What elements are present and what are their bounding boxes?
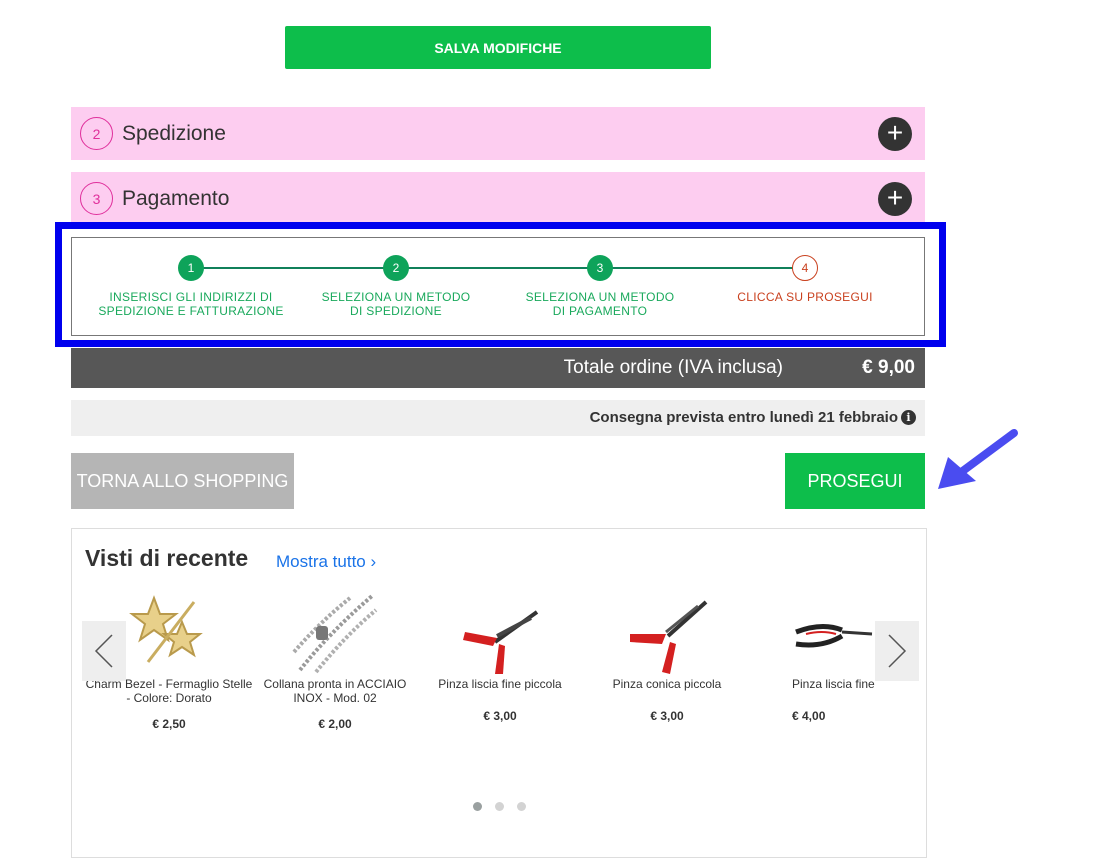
product-card[interactable]: Pinza conica piccola € 3,00 <box>582 589 752 723</box>
step-dot: 2 <box>383 255 409 281</box>
accordion-title: Pagamento <box>122 186 230 210</box>
product-name: Charm Bezel - Fermaglio Stelle - Colore:… <box>85 677 253 705</box>
arrow-pointer-icon <box>938 429 1018 489</box>
recently-viewed-section: Visti di recente Mostra tutto › Charm Be… <box>71 528 927 858</box>
pliers-image <box>582 589 752 677</box>
step-dot: 1 <box>178 255 204 281</box>
order-total-bar: Totale ordine (IVA inclusa) € 9,00 <box>71 348 925 388</box>
total-amount: € 9,00 <box>862 357 915 378</box>
accordion-shipping[interactable]: 2 Spedizione + <box>71 107 925 160</box>
step-label: INSERISCI GLI INDIRIZZI DI SPEDIZIONE E … <box>98 290 284 318</box>
step-number-badge: 3 <box>80 182 113 215</box>
product-name: Collana pronta in ACCIAIO INOX - Mod. 02 <box>263 677 407 705</box>
show-all-link[interactable]: Mostra tutto › <box>276 552 376 572</box>
product-price: € 2,50 <box>152 717 186 731</box>
progress-line <box>192 267 805 269</box>
step-dot-current: 4 <box>792 255 818 281</box>
product-price: € 2,00 <box>318 717 352 731</box>
delivery-text: Consegna prevista entro lunedì 21 febbra… <box>589 409 898 426</box>
save-changes-button[interactable]: SALVA MODIFICHE <box>285 26 711 69</box>
product-name: Pinza conica piccola <box>612 677 722 691</box>
carousel-next-button[interactable] <box>875 621 919 681</box>
plus-icon[interactable]: + <box>878 182 912 216</box>
total-label: Totale ordine (IVA inclusa) <box>563 357 783 378</box>
accordion-payment[interactable]: 3 Pagamento + <box>71 172 925 225</box>
steel-chain-image <box>250 589 420 677</box>
back-to-shopping-button[interactable]: TORNA ALLO SHOPPING <box>71 453 294 509</box>
carousel-dot-active[interactable] <box>473 802 482 811</box>
product-name: Pinza liscia fine piccola <box>438 677 562 691</box>
accordion-title: Spedizione <box>122 121 226 145</box>
step-label: SELEZIONA UN METODO DI SPEDIZIONE <box>321 290 471 318</box>
product-name: Pinza liscia fine <box>792 677 875 691</box>
carousel-dot[interactable] <box>495 802 504 811</box>
chevron-left-icon <box>94 634 113 668</box>
product-card[interactable]: Pinza liscia fine piccola € 3,00 <box>415 589 585 723</box>
proceed-button[interactable]: PROSEGUI <box>785 453 925 509</box>
carousel-dot[interactable] <box>517 802 526 811</box>
step-label-current: CLICCA SU PROSEGUI <box>737 290 873 304</box>
pliers-image <box>415 589 585 677</box>
info-icon[interactable]: i <box>901 410 916 425</box>
product-card[interactable]: Collana pronta in ACCIAIO INOX - Mod. 02… <box>250 589 420 731</box>
section-title: Visti di recente <box>85 545 249 571</box>
step-number-badge: 2 <box>80 117 113 150</box>
product-price: € 3,00 <box>650 709 684 723</box>
delivery-estimate: Consegna prevista entro lunedì 21 febbra… <box>71 400 925 436</box>
chevron-right-icon <box>888 634 907 668</box>
carousel-prev-button[interactable] <box>82 621 126 681</box>
plus-icon[interactable]: + <box>878 117 912 151</box>
product-price: € 4,00 <box>792 709 826 723</box>
step-dot: 3 <box>587 255 613 281</box>
checkout-progress: 1 2 3 4 INSERISCI GLI INDIRIZZI DI SPEDI… <box>71 237 925 336</box>
product-price: € 3,00 <box>483 709 517 723</box>
step-label: SELEZIONA UN METODO DI PAGAMENTO <box>525 290 675 318</box>
